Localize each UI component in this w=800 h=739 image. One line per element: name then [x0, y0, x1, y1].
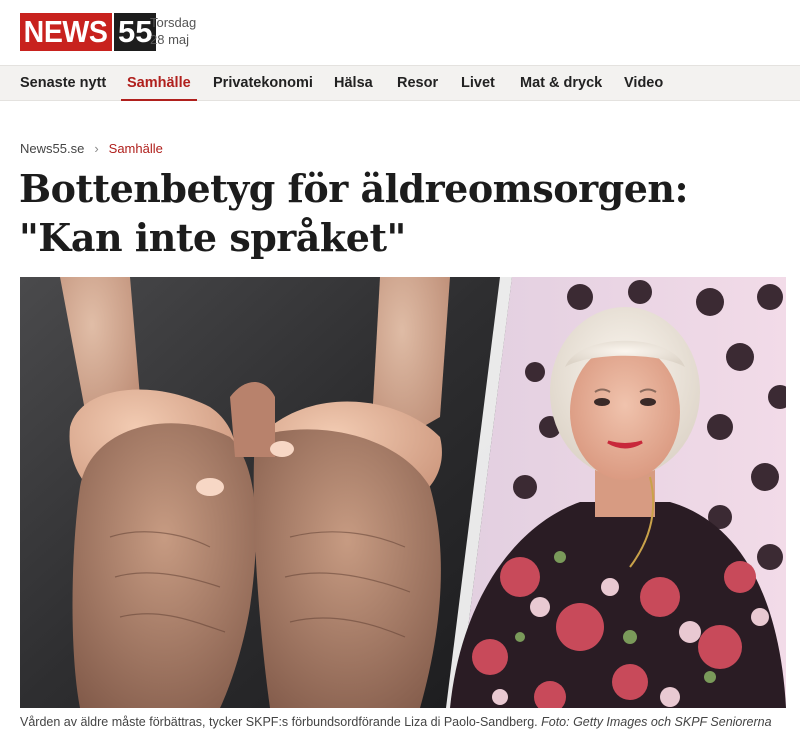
breadcrumb: News55.se › Samhälle: [20, 141, 163, 156]
caption-text: Vården av äldre måste förbättras, tycker…: [20, 715, 538, 729]
date-day-month: 28 maj: [150, 32, 190, 47]
article-title: Bottenbetyg för äldreomsorgen: "Kan inte…: [19, 166, 689, 260]
date-weekday: Torsdag: [150, 15, 197, 30]
breadcrumb-current[interactable]: Samhälle: [109, 141, 163, 156]
site-header: NEWS 55 Torsdag 28 maj: [0, 0, 800, 65]
image-caption: Vården av äldre måste förbättras, tycker…: [20, 715, 790, 729]
photo-credit: Foto: Getty Images och SKPF Seniorerna: [541, 715, 772, 729]
logo-news-text: NEWS: [20, 13, 112, 51]
hero-illustration: [20, 277, 786, 708]
nav-item-halsa[interactable]: Hälsa: [334, 66, 373, 100]
nav-item-livet[interactable]: Livet: [461, 66, 495, 100]
nav-item-privatekonomi[interactable]: Privatekonomi: [213, 66, 313, 100]
breadcrumb-separator: ›: [94, 141, 99, 156]
nav-item-mat-dryck[interactable]: Mat & dryck: [520, 66, 602, 100]
nav-item-senaste-nytt[interactable]: Senaste nytt: [20, 66, 106, 100]
article-hero-image: [20, 277, 786, 708]
site-logo[interactable]: NEWS 55: [20, 13, 157, 51]
nav-item-video[interactable]: Video: [624, 66, 663, 100]
header-date: Torsdag 28 maj: [150, 14, 196, 48]
breadcrumb-home[interactable]: News55.se: [20, 141, 84, 156]
nav-item-samhalle[interactable]: Samhälle: [121, 66, 197, 101]
main-navigation: Senaste nytt Samhälle Privatekonomi Häls…: [0, 65, 800, 101]
nav-item-resor[interactable]: Resor: [397, 66, 438, 100]
